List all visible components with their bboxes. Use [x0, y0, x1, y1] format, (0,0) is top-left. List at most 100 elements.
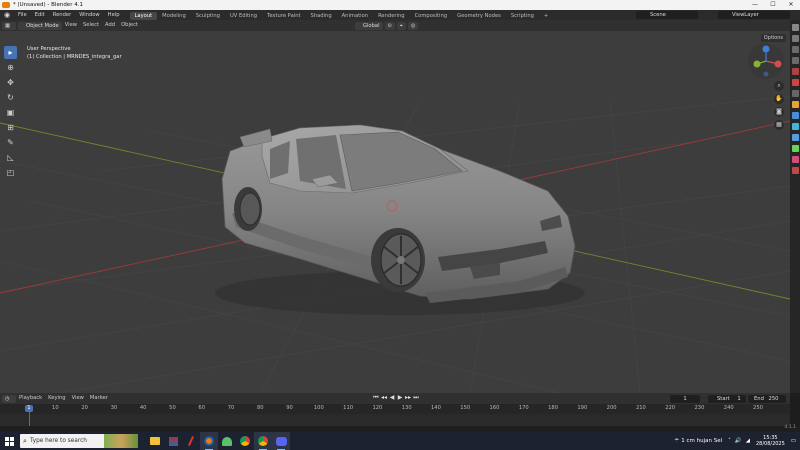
tool-props-icon[interactable] — [791, 24, 799, 31]
tab-modeling[interactable]: Modeling — [157, 12, 191, 20]
select-box-tool[interactable]: ▸ — [4, 46, 17, 59]
tab-scripting[interactable]: Scripting — [506, 12, 539, 20]
clock[interactable]: 15:35 28/08/2025 — [756, 435, 785, 447]
data-props-icon[interactable] — [791, 145, 799, 152]
android-app-icon[interactable] — [218, 432, 236, 450]
start-label: Start — [717, 395, 730, 402]
start-frame-field[interactable]: Start 1 — [708, 394, 746, 403]
editor-type-button[interactable]: ▦ — [2, 21, 16, 30]
timeline[interactable]: 10 20 30 40 50 60 70 80 90 100 110 120 130 140 150 160 1… — [0, 404, 790, 426]
tab-rendering[interactable]: Rendering — [373, 12, 410, 20]
add-cube-tool[interactable]: ◰ — [4, 166, 17, 179]
menu-object[interactable]: Object — [118, 20, 141, 31]
ruler-tick: 70 — [227, 405, 235, 411]
proportional-edit-icon[interactable]: ◎ — [407, 21, 419, 30]
jump-start-icon[interactable]: ⏮ — [372, 394, 380, 402]
ortho-toggle-icon[interactable]: ▦ — [774, 120, 784, 130]
snap-icon[interactable]: ⌖ — [396, 21, 406, 30]
pivot-point-icon[interactable]: ⊙ — [384, 21, 395, 30]
tab-animation[interactable]: Animation — [337, 12, 373, 20]
tab-compositing[interactable]: Compositing — [410, 12, 453, 20]
measure-tool[interactable]: ◺ — [4, 151, 17, 164]
blender-logo-icon[interactable]: ◉ — [0, 10, 14, 20]
menu-marker[interactable]: Marker — [87, 393, 111, 404]
options-dropdown[interactable]: Options — [760, 34, 786, 42]
view-layer-props-icon[interactable] — [791, 57, 799, 64]
weather-icon[interactable]: ☂ — [674, 438, 679, 444]
move-tool[interactable]: ✥ — [4, 76, 17, 89]
pen-app-icon[interactable] — [182, 432, 200, 450]
start-button[interactable] — [0, 432, 18, 450]
tab-uv-editing[interactable]: UV Editing — [225, 12, 262, 20]
play-icon[interactable]: ▶ — [396, 394, 404, 402]
tab-geometry-nodes[interactable]: Geometry Nodes — [452, 12, 506, 20]
blender-taskbar-icon[interactable] — [200, 432, 218, 450]
object-props-icon[interactable] — [791, 101, 799, 108]
tool-shelf: ▸ ⊕ ✥ ↻ ▣ ⊞ ✎ ◺ ◰ — [4, 46, 19, 181]
jump-end-icon[interactable]: ⏭ — [412, 394, 420, 402]
volume-icon[interactable]: 🔊 — [735, 438, 742, 444]
close-button[interactable]: ✕ — [782, 0, 800, 10]
menu-timeline-view[interactable]: View — [69, 393, 87, 404]
rotate-tool[interactable]: ↻ — [4, 91, 17, 104]
tab-shading[interactable]: Shading — [306, 12, 337, 20]
timeline-editor-type[interactable]: ◷ — [2, 394, 16, 403]
tab-texture-paint[interactable]: Texture Paint — [262, 12, 305, 20]
output-props-icon[interactable] — [791, 46, 799, 53]
scene-props-icon[interactable] — [791, 68, 799, 75]
tab-layout[interactable]: Layout — [129, 11, 158, 20]
menu-playback[interactable]: Playback — [16, 393, 45, 404]
minimize-button[interactable]: — — [746, 0, 764, 10]
menu-file[interactable]: File — [14, 10, 31, 20]
world-props-icon[interactable] — [791, 79, 799, 86]
transform-tool[interactable]: ⊞ — [4, 121, 17, 134]
next-key-icon[interactable]: ▸▸ — [404, 394, 412, 402]
zoom-icon[interactable]: ⌕ — [774, 81, 784, 91]
add-workspace-button[interactable]: + — [539, 12, 553, 20]
menu-help[interactable]: Help — [104, 10, 124, 20]
object-mode-dropdown[interactable]: Object Mode — [18, 21, 62, 30]
chrome-icon[interactable] — [236, 432, 254, 450]
maximize-button[interactable]: ☐ — [764, 0, 782, 10]
annotate-tool[interactable]: ✎ — [4, 136, 17, 149]
taskbar-search[interactable]: ⌕ Type here to search — [20, 434, 138, 448]
render-props-icon[interactable] — [791, 35, 799, 42]
weather-text[interactable]: 1 cm hujan Sel — [681, 438, 722, 444]
particles-props-icon[interactable] — [791, 123, 799, 130]
menu-keying[interactable]: Keying — [45, 393, 68, 404]
menu-add[interactable]: Add — [102, 20, 118, 31]
3d-viewport[interactable]: User Perspective (1) Collection | MRNDES… — [0, 31, 790, 393]
ruler-tick: 180 — [548, 405, 558, 411]
end-frame-field[interactable]: End 250 — [748, 394, 786, 403]
winrar-icon[interactable] — [164, 432, 182, 450]
notification-icon[interactable]: ▭ — [791, 438, 796, 444]
menu-view[interactable]: View — [62, 20, 80, 31]
playhead[interactable]: 1 — [25, 405, 33, 412]
collection-props-icon[interactable] — [791, 90, 799, 97]
cursor-tool[interactable]: ⊕ — [4, 61, 17, 74]
texture-props-icon[interactable] — [791, 167, 799, 174]
menu-render[interactable]: Render — [49, 10, 75, 20]
network-icon[interactable]: ◢ — [746, 438, 750, 444]
modifier-props-icon[interactable] — [791, 112, 799, 119]
material-props-icon[interactable] — [791, 156, 799, 163]
scene-selector[interactable]: Scene — [636, 11, 698, 19]
play-reverse-icon[interactable]: ◀ — [388, 394, 396, 402]
chrome-icon-2[interactable] — [254, 432, 272, 450]
current-frame-field[interactable]: 1 — [670, 394, 700, 403]
camera-view-icon[interactable]: ◙ — [774, 107, 784, 117]
chevron-up-icon[interactable]: ˄ — [728, 438, 731, 444]
menu-window[interactable]: Window — [75, 10, 103, 20]
discord-icon[interactable] — [272, 432, 290, 450]
physics-props-icon[interactable] — [791, 134, 799, 141]
scale-tool[interactable]: ▣ — [4, 106, 17, 119]
menu-edit[interactable]: Edit — [31, 10, 49, 20]
view-layer-selector[interactable]: ViewLayer — [718, 11, 790, 19]
tab-sculpting[interactable]: Sculpting — [191, 12, 225, 20]
transform-orientation-dropdown[interactable]: Global — [354, 21, 383, 30]
menu-select[interactable]: Select — [80, 20, 102, 31]
frame-ruler[interactable]: 10 20 30 40 50 60 70 80 90 100 110 120 130 140 150 160 1… — [0, 404, 790, 414]
prev-key-icon[interactable]: ◂◂ — [380, 394, 388, 402]
file-explorer-icon[interactable] — [146, 432, 164, 450]
pan-hand-icon[interactable]: ✋ — [774, 94, 784, 104]
